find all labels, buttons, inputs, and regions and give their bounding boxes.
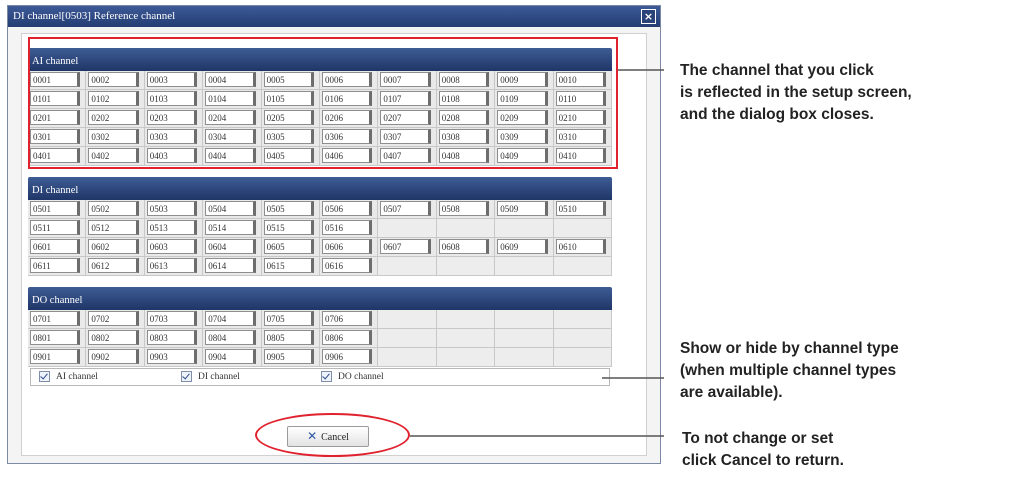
annotation-top-line-2: is reflected in the setup screen, (680, 84, 912, 101)
annotation-middle-line-3: are available). (680, 384, 783, 401)
annotation-top-line-3: and the dialog box closes. (680, 106, 874, 123)
annotation-middle-line-2: (when multiple channel types (680, 362, 897, 379)
annotation-bottom-line-2: click Cancel to return. (682, 452, 844, 469)
annotation-middle-line-1: Show or hide by channel type (680, 340, 899, 357)
annotation-bottom-line-1: To not change or set (682, 430, 834, 447)
annotation-top: The channel that you click is reflected … (680, 60, 912, 126)
annotation-middle: Show or hide by channel type (when multi… (680, 338, 899, 404)
annotation-top-line-1: The channel that you click (680, 62, 874, 79)
annotation-bottom: To not change or set click Cancel to ret… (682, 428, 844, 472)
